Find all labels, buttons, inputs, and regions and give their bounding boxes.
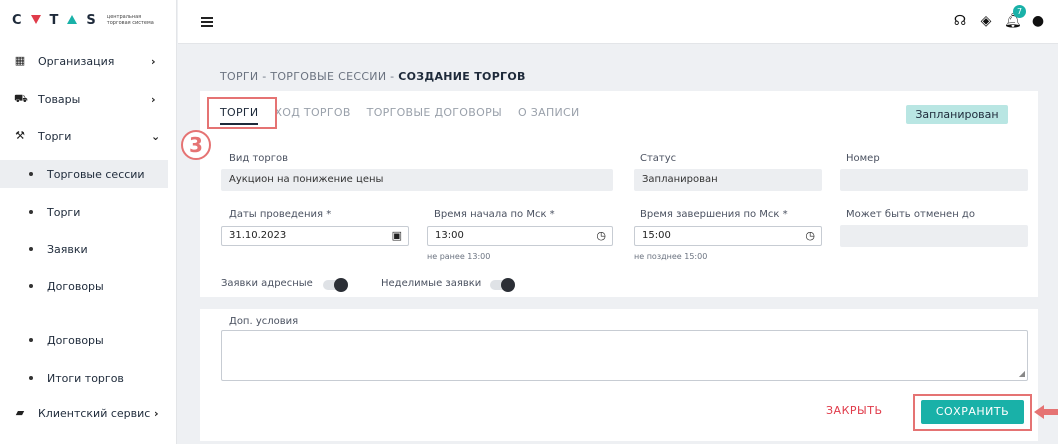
dates-input[interactable]: 31.10.2023 ▣ (221, 226, 409, 246)
sidebar-subitem-contracts[interactable]: Договоры (0, 272, 168, 300)
save-button[interactable]: СОХРАНИТЬ (921, 400, 1024, 424)
chevron-right-icon: › (151, 92, 156, 106)
status-field: Запланирован (634, 169, 822, 191)
clock-icon[interactable]: ◷ (596, 229, 606, 243)
menu-icon[interactable] (201, 17, 213, 27)
addressed-toggle[interactable] (323, 278, 348, 292)
tab-trade-progress[interactable]: ХОД ТОРГОВ (274, 106, 350, 125)
chevron-right-icon: › (151, 54, 156, 68)
sidebar: CTS центральная торговая система ▦ Орган… (0, 0, 177, 444)
tab-trade-contracts[interactable]: ТОРГОВЫЕ ДОГОВОРЫ (367, 106, 502, 125)
pointer-arrow-icon (1034, 405, 1058, 419)
notification-badge: 7 (1013, 5, 1026, 18)
top-bar: ☊ ◈ 🔔︎ 7 ● (178, 0, 1058, 44)
status-label: Статус (640, 153, 677, 164)
headset-icon[interactable]: ☊ (952, 13, 968, 29)
sidebar-item-organization[interactable]: ▦ Организация › (0, 49, 177, 73)
logo-subtitle: центральная торговая система (106, 14, 154, 26)
breadcrumb-trade-sessions[interactable]: ТОРГОВЫЕ СЕССИИ (270, 70, 386, 83)
calendar-icon[interactable]: ▣ (392, 229, 402, 243)
logo-triangle-up (67, 14, 78, 24)
sidebar-subitem-trades[interactable]: Торги (0, 198, 168, 226)
chevron-right-icon: › (154, 406, 159, 420)
end-time-hint: не позднее 15:00 (634, 252, 708, 261)
cancel-until-field (840, 225, 1028, 247)
close-button[interactable]: ЗАКРЫТЬ (826, 404, 883, 417)
gavel-icon: ⚒ (15, 129, 25, 142)
end-time-label: Время завершения по Мск * (640, 209, 788, 220)
extra-conditions-label: Доп. условия (229, 316, 299, 327)
sidebar-subitem-bids[interactable]: Заявки (0, 235, 168, 263)
sidebar-item-client-service[interactable]: ▰ Клиентский сервис › (0, 401, 177, 425)
sidebar-subitem-trade-sessions[interactable]: Торговые сессии (0, 160, 168, 188)
trade-type-field: Аукцион на понижение цены (221, 169, 613, 191)
breadcrumb-current: СОЗДАНИЕ ТОРГОВ (398, 70, 526, 83)
start-time-label: Время начала по Мск * (434, 209, 555, 220)
addressed-label: Заявки адресные (221, 278, 313, 289)
breadcrumb: ТОРГИ - ТОРГОВЫЕ СЕССИИ - СОЗДАНИЕ ТОРГО… (220, 70, 526, 83)
logo-triangle-down (30, 14, 41, 24)
cancel-until-label: Может быть отменен до (846, 209, 975, 220)
sidebar-subitem-contracts-2[interactable]: Договоры (0, 326, 168, 354)
trade-type-label: Вид торгов (229, 153, 289, 164)
end-time-input[interactable]: 15:00 ◷ (634, 226, 822, 246)
logo[interactable]: CTS центральная торговая система (12, 10, 159, 30)
indivisible-toggle[interactable] (490, 278, 515, 292)
sidebar-subitem-trade-results[interactable]: Итоги торгов (0, 364, 168, 392)
clock-icon[interactable]: ◷ (805, 229, 815, 243)
chat-icon: ▰ (15, 406, 25, 419)
sidebar-item-trades[interactable]: ⚒ Торги ⌄ (0, 124, 177, 148)
breadcrumb-trades[interactable]: ТОРГИ (220, 70, 258, 83)
tab-highlight-frame (207, 97, 277, 129)
cart-icon: ⛟ (14, 92, 28, 105)
extra-conditions-textarea[interactable]: ◢ (221, 330, 1028, 381)
sidebar-item-goods[interactable]: ⛟ Товары › (0, 87, 177, 111)
status-badge: Запланирован (906, 105, 1008, 124)
number-label: Номер (846, 153, 880, 164)
diamond-icon[interactable]: ◈ (978, 13, 994, 29)
start-time-hint: не ранее 13:00 (427, 252, 491, 261)
building-icon: ▦ (14, 54, 26, 67)
number-field (840, 169, 1028, 191)
bell-icon[interactable]: 🔔︎ 7 (1004, 5, 1026, 29)
chevron-down-icon: ⌄ (151, 129, 161, 143)
start-time-input[interactable]: 13:00 ◷ (427, 226, 613, 246)
resize-handle-icon[interactable]: ◢ (1019, 370, 1025, 378)
dates-label: Даты проведения * (229, 209, 332, 220)
user-icon[interactable]: ● (1030, 13, 1046, 29)
tab-about-record[interactable]: О ЗАПИСИ (518, 106, 580, 125)
step-marker: 3 (181, 130, 211, 160)
indivisible-label: Неделимые заявки (381, 278, 482, 289)
